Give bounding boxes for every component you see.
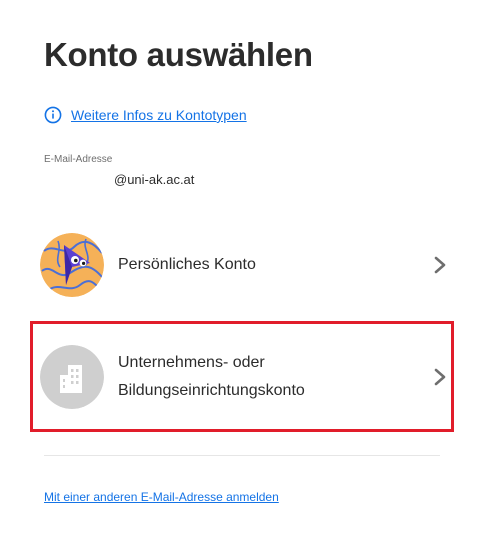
email-label: E-Mail-Adresse <box>44 154 113 165</box>
building-icon <box>40 345 104 409</box>
chevron-right-icon <box>434 256 446 274</box>
business-account-label: Unternehmens- oder Bildungseinrichtungsk… <box>118 349 432 405</box>
business-account-label-line1: Unternehmens- oder <box>118 354 265 371</box>
personal-avatar-icon <box>40 233 104 297</box>
divider <box>44 455 440 456</box>
business-account-option[interactable]: Unternehmens- oder Bildungseinrichtungsk… <box>40 344 450 410</box>
business-account-label-line2: Bildungseinrichtungskonto <box>118 382 305 399</box>
chevron-right-icon <box>434 368 446 386</box>
personal-account-label: Persönliches Konto <box>118 256 256 273</box>
page-title: Konto auswählen <box>44 36 313 73</box>
email-value: @uni-ak.ac.at <box>114 172 195 187</box>
personal-account-option[interactable]: Persönliches Konto <box>40 232 450 298</box>
account-types-info-link[interactable]: Weitere Infos zu Kontotypen <box>71 107 247 123</box>
other-email-signin-link[interactable]: Mit einer anderen E-Mail-Adresse anmelde… <box>44 490 279 504</box>
info-icon <box>44 106 62 124</box>
info-row: Weitere Infos zu Kontotypen <box>44 106 247 124</box>
